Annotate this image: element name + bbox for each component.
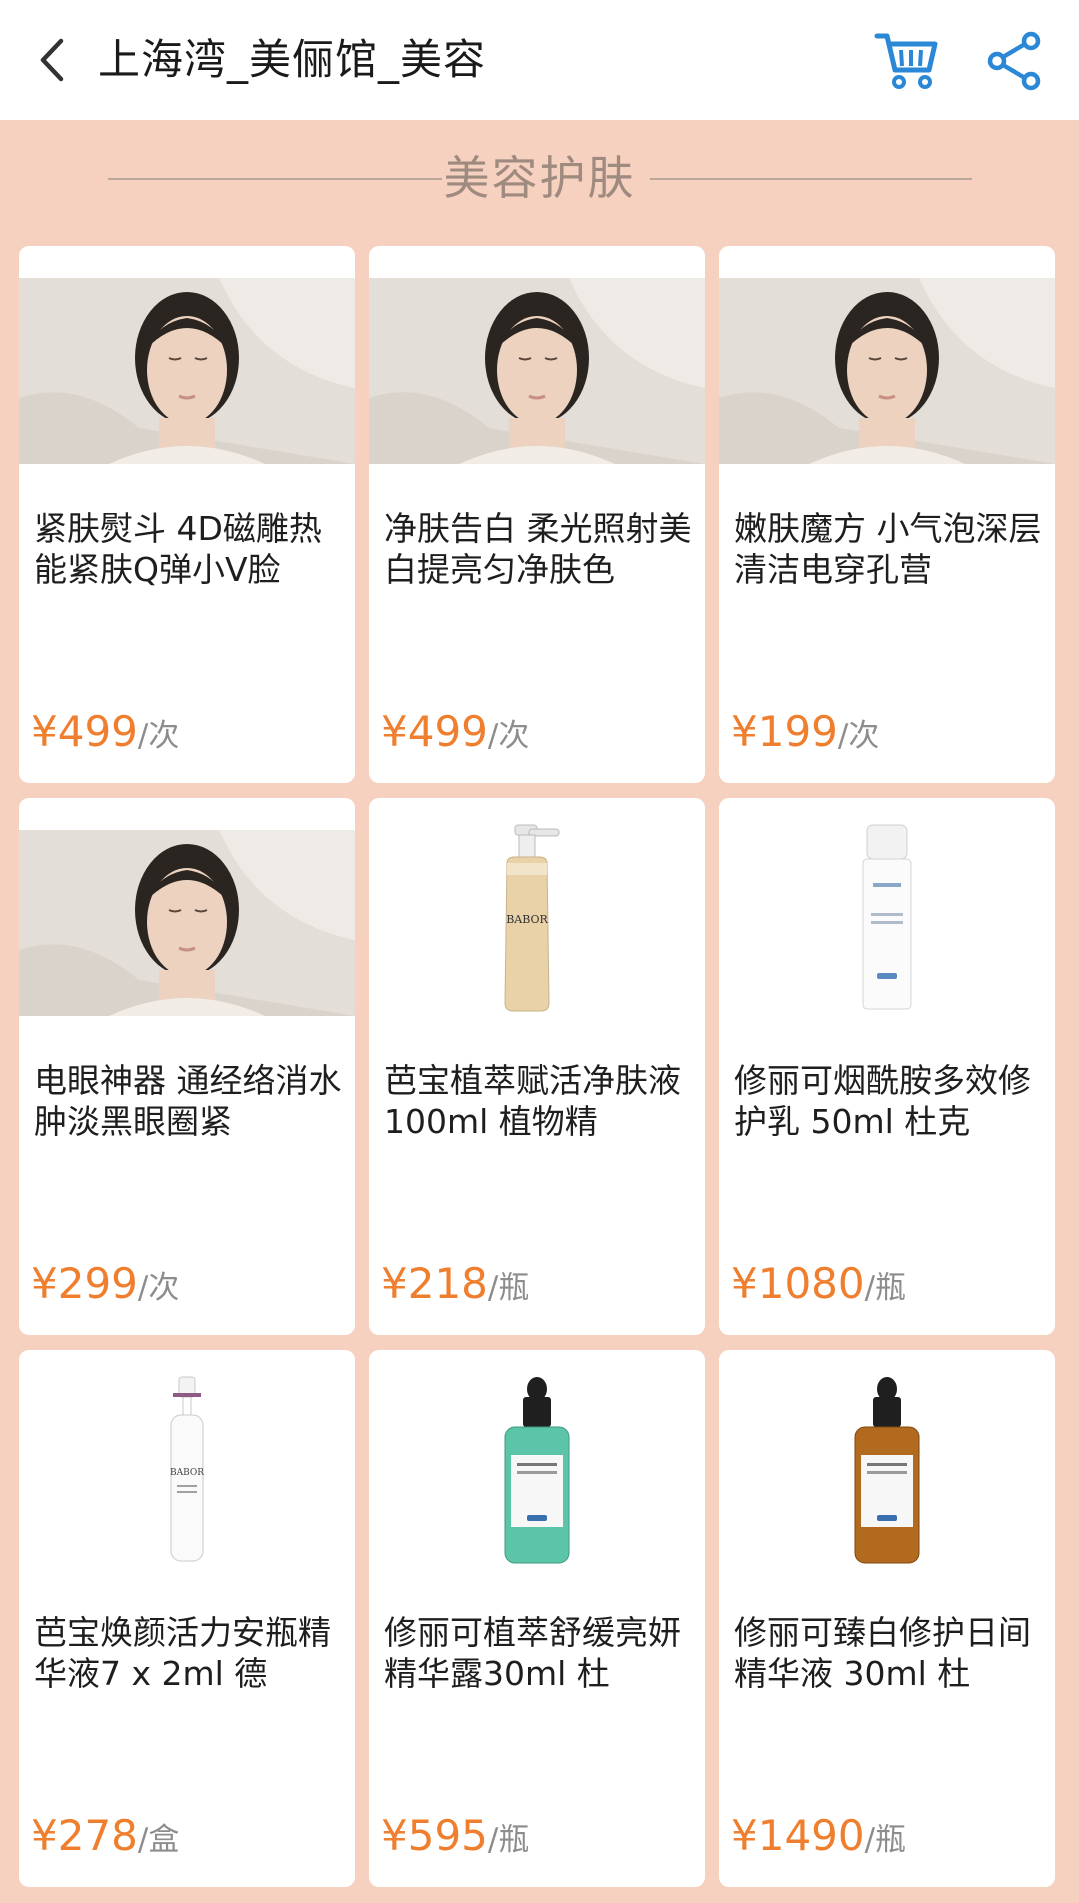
share-button[interactable] — [980, 26, 1050, 96]
babor-ampoule-image: BABOR — [170, 1376, 204, 1562]
product-card[interactable]: 修丽可臻白修护日间精华液 30ml 杜 ¥1490/瓶 — [719, 1350, 1055, 1887]
price-unit: /次 — [487, 718, 530, 754]
product-name: 净肤告白 柔光照射美白提亮匀净肤色 — [384, 509, 692, 589]
price-unit: /盒 — [137, 1822, 180, 1858]
skinceuticals-pump-bottle-image — [862, 824, 912, 1010]
product-price: ¥1080/瓶 — [731, 1256, 906, 1312]
product-price: ¥595/瓶 — [381, 1808, 529, 1864]
price-amount: ¥299 — [31, 1259, 138, 1308]
cart-button[interactable] — [872, 26, 942, 96]
product-name: 嫩肤魔方 小气泡深层清洁电穿孔营 — [734, 509, 1042, 589]
price-amount: ¥1490 — [731, 1811, 865, 1860]
product-name: 芭宝植萃赋活净肤液100ml 植物精 — [384, 1061, 681, 1141]
product-card[interactable]: BABOR 芭宝植萃赋活净肤液100ml 植物精 ¥218/瓶 — [369, 798, 705, 1335]
product-price: ¥499/次 — [31, 704, 179, 760]
price-amount: ¥499 — [381, 707, 488, 756]
product-name: 芭宝焕颜活力安瓶精华液7 x 2ml 德 — [34, 1613, 331, 1693]
product-name: 修丽可烟酰胺多效修护乳 50ml 杜克 — [734, 1061, 1031, 1141]
product-name: 修丽可植萃舒缓亮妍精华露30ml 杜 — [384, 1613, 681, 1693]
price-amount: ¥595 — [381, 1811, 488, 1860]
product-card[interactable]: 修丽可植萃舒缓亮妍精华露30ml 杜 ¥595/瓶 — [369, 1350, 705, 1887]
svg-text:BABOR: BABOR — [506, 913, 548, 926]
product-card[interactable]: BABOR 芭宝焕颜活力安瓶精华液7 x 2ml 德 ¥278/盒 — [19, 1350, 355, 1887]
product-name: 电眼神器 通经络消水肿淡黑眼圈紧 — [34, 1061, 342, 1141]
product-price: ¥299/次 — [31, 1256, 179, 1312]
product-price: ¥199/次 — [731, 704, 879, 760]
product-card[interactable]: 嫩肤魔方 小气泡深层清洁电穿孔营 ¥199/次 — [719, 246, 1055, 783]
price-amount: ¥1080 — [731, 1259, 865, 1308]
product-price: ¥218/瓶 — [381, 1256, 529, 1312]
cart-icon — [874, 33, 938, 89]
product-image — [369, 1370, 705, 1570]
price-amount: ¥278 — [31, 1811, 138, 1860]
price-amount: ¥199 — [731, 707, 838, 756]
product-price: ¥278/盒 — [31, 1808, 179, 1864]
product-image: BABOR — [19, 1370, 355, 1570]
price-unit: /次 — [137, 1270, 180, 1306]
product-card[interactable]: 电眼神器 通经络消水肿淡黑眼圈紧 ¥299/次 — [19, 798, 355, 1335]
product-name: 修丽可臻白修护日间精华液 30ml 杜 — [734, 1613, 1031, 1693]
price-unit: /次 — [137, 718, 180, 754]
svg-text:BABOR: BABOR — [170, 1468, 204, 1478]
product-image — [719, 818, 1055, 1018]
green-dropper-bottle-image — [504, 1377, 570, 1564]
price-amount: ¥218 — [381, 1259, 488, 1308]
treatment-photo — [369, 278, 705, 464]
treatment-photo — [19, 830, 355, 1016]
product-image: BABOR — [369, 818, 705, 1018]
product-image — [719, 1370, 1055, 1570]
top-bar: 上海湾_美俪馆_美容 — [0, 0, 1079, 120]
price-amount: ¥499 — [31, 707, 138, 756]
treatment-photo — [719, 278, 1055, 464]
price-unit: /瓶 — [864, 1270, 907, 1306]
babor-pump-bottle-image: BABOR — [504, 824, 560, 1012]
share-icon — [987, 31, 1041, 91]
price-unit: /次 — [837, 718, 880, 754]
back-button[interactable] — [32, 30, 72, 90]
section-title: 美容护肤 — [443, 151, 636, 205]
product-price: ¥499/次 — [381, 704, 529, 760]
product-price: ¥1490/瓶 — [731, 1808, 906, 1864]
treatment-photo — [19, 278, 355, 464]
page-title: 上海湾_美俪馆_美容 — [98, 35, 487, 84]
amber-dropper-bottle-image — [854, 1377, 920, 1564]
product-card[interactable]: 紧肤熨斗 4D磁雕热能紧肤Q弹小V脸 ¥499/次 — [19, 246, 355, 783]
back-chevron-icon — [40, 38, 64, 82]
product-name: 紧肤熨斗 4D磁雕热能紧肤Q弹小V脸 — [34, 509, 322, 589]
price-unit: /瓶 — [864, 1822, 907, 1858]
price-unit: /瓶 — [487, 1822, 530, 1858]
product-card[interactable]: 净肤告白 柔光照射美白提亮匀净肤色 ¥499/次 — [369, 246, 705, 783]
price-unit: /瓶 — [487, 1270, 530, 1306]
product-card[interactable]: 修丽可烟酰胺多效修护乳 50ml 杜克 ¥1080/瓶 — [719, 798, 1055, 1335]
